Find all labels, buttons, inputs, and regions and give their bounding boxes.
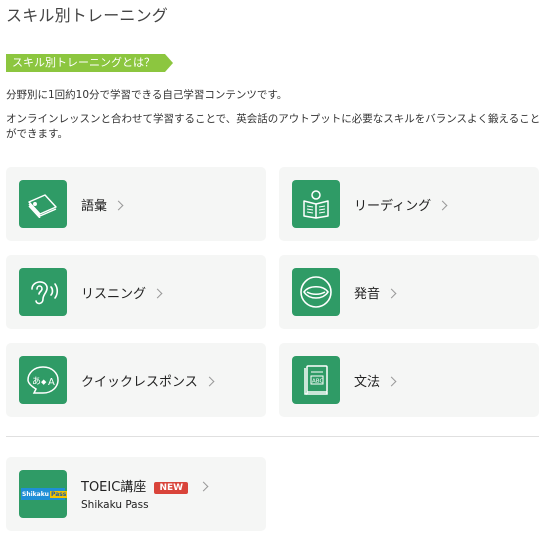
- ear-icon: [19, 268, 67, 316]
- card-grammar-label: 文法: [354, 375, 381, 390]
- chevron-right-icon: [386, 376, 397, 387]
- card-listening[interactable]: リスニング: [6, 255, 266, 329]
- card-reading[interactable]: リーディング: [279, 167, 539, 241]
- toeic-subtitle: Shikaku Pass: [81, 499, 149, 511]
- chevron-right-icon: [386, 288, 397, 299]
- card-pronunciation[interactable]: 発音: [279, 255, 539, 329]
- card-vocabulary[interactable]: 語彙: [6, 167, 266, 241]
- card-quick-response-label: クイックレスポンス: [81, 375, 198, 390]
- speech-bubble-icon: あ ◆ A: [19, 356, 67, 404]
- chevron-right-icon: [437, 200, 448, 211]
- card-grammar[interactable]: ABC 文法: [279, 343, 539, 417]
- shikaku-logo-text: Shikaku: [22, 490, 49, 498]
- chevron-right-icon: [198, 481, 209, 492]
- svg-text:ABC: ABC: [312, 379, 323, 385]
- card-vocabulary-label: 語彙: [81, 199, 108, 214]
- shikaku-pass-logo: Shikaku Pass: [19, 470, 68, 518]
- reading-book-icon: [292, 180, 340, 228]
- section-divider: [6, 436, 539, 437]
- svg-text:あ: あ: [32, 376, 41, 387]
- intro-text-2: オンラインレッスンと合わせて学習することで、英会話のアウトプットに必要なスキルを…: [6, 113, 541, 140]
- toeic-title: TOEIC講座: [81, 480, 147, 495]
- vocabulary-cards-icon: [19, 180, 67, 228]
- page-title: スキル別トレーニング: [6, 6, 169, 25]
- card-reading-label: リーディング: [354, 199, 432, 214]
- card-listening-label: リスニング: [81, 287, 147, 302]
- intro-text-1: 分野別に1回約10分で学習できる自己学習コンテンツです。: [6, 89, 288, 101]
- card-pronunciation-label: 発音: [354, 287, 381, 302]
- chevron-right-icon: [113, 200, 124, 211]
- mouth-icon: [292, 268, 340, 316]
- about-tag: スキル別トレーニングとは？: [6, 54, 173, 72]
- chevron-right-icon: [152, 288, 163, 299]
- svg-text:A: A: [48, 377, 55, 388]
- card-quick-response[interactable]: あ ◆ A クイックレスポンス: [6, 343, 266, 417]
- grammar-book-icon: ABC: [292, 356, 340, 404]
- chevron-right-icon: [204, 376, 215, 387]
- new-badge: NEW: [154, 482, 189, 494]
- card-toeic[interactable]: Shikaku Pass TOEIC講座 NEW Shikaku Pass: [6, 457, 266, 531]
- svg-text:◆: ◆: [41, 378, 47, 386]
- pass-logo-text: Pass: [49, 490, 68, 498]
